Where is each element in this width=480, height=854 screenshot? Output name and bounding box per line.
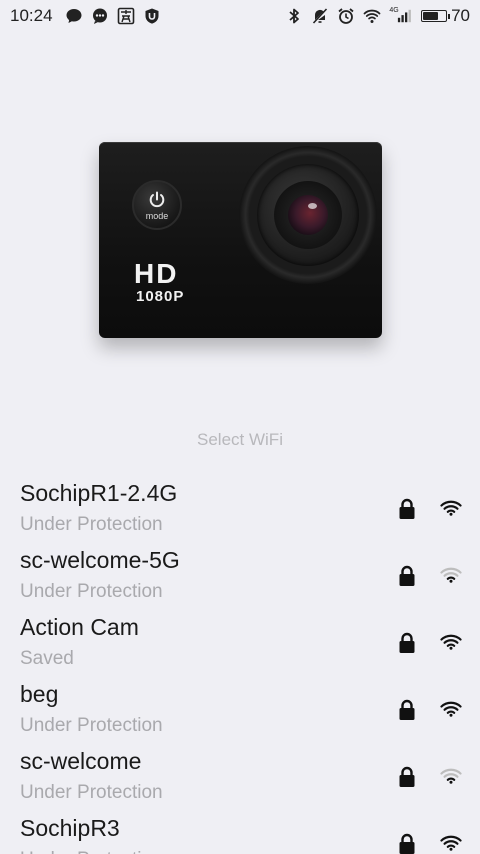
status-bar-left: 10:24 [10,6,161,26]
wifi-ssid: SochipR3 [20,815,120,841]
alarm-icon [337,7,355,25]
wifi-ssid: beg [20,681,59,707]
power-button-label: mode [145,210,169,221]
wifi-ssid: sc-welcome [20,748,142,774]
battery-level: 70 [451,6,470,25]
wifi-status: Under Protection [20,715,163,736]
wifi-signal-icon [440,768,462,784]
wifi-status: Saved [20,648,74,669]
select-wifi-title: Select WiFi [197,430,283,449]
action-camera-illustration: mode HD 1080P [0,130,480,360]
battery-icon [421,10,451,22]
battery-fill [423,12,439,20]
wifi-ssid: sc-welcome-5G [20,547,180,573]
wifi-signal-icon [440,500,462,516]
wifi-network-item[interactable]: SochipR3 Under Protection [0,811,480,854]
wifi-network-item[interactable]: Action Cam Saved [0,610,480,677]
wifi-status: Under Protection [20,581,163,602]
lock-icon [398,833,416,854]
power-icon [149,191,165,207]
lock-icon [398,565,416,587]
lock-icon [398,766,416,788]
wifi-network-item[interactable]: SochipR1-2.4G Under Protection [0,476,480,543]
lock-icon [398,498,416,520]
messenger-icon [91,7,109,25]
bluetooth-icon [285,7,303,25]
network-type-label: 4G [389,6,399,14]
wifi-status: Under Protection [20,514,163,535]
wifi-signal-icon [440,701,462,717]
wifi-status: Under Protection [20,849,163,854]
app-notification-icon [117,7,135,25]
wifi-select-screen: 10:24 4G 70 mode HD 1080P Select WiFi So… [0,0,480,854]
mute-icon [311,7,329,25]
wifi-network-item[interactable]: sc-welcome-5G Under Protection [0,543,480,610]
camera-lens [239,146,377,284]
status-time: 10:24 [10,6,53,25]
wifi-network-list: SochipR1-2.4G Under Protection sc-welcome-… [0,476,480,854]
wifi-status-icon [363,7,381,25]
shield-icon [143,7,161,25]
battery-indicator: 70 [421,6,470,26]
camera-resolution-label: 1080P [136,288,185,305]
wifi-status: Under Protection [20,782,163,803]
wifi-signal-icon [440,835,462,851]
wifi-network-item[interactable]: beg Under Protection [0,677,480,744]
wifi-signal-icon [440,567,462,583]
wifi-ssid: SochipR1-2.4G [20,480,178,506]
camera-hd-label: HD [134,258,179,289]
status-bar-right: 4G 70 [285,6,470,26]
lock-icon [398,699,416,721]
camera-power-button: mode [132,180,182,230]
cell-signal-icon: 4G [389,7,413,25]
lock-icon [398,632,416,654]
wifi-ssid: Action Cam [20,614,139,640]
chat-bubble-icon [65,7,83,25]
wifi-signal-icon [440,634,462,650]
camera-body: mode HD 1080P [99,142,382,338]
wifi-network-item[interactable]: sc-welcome Under Protection [0,744,480,811]
status-bar: 10:24 4G 70 [0,0,480,32]
